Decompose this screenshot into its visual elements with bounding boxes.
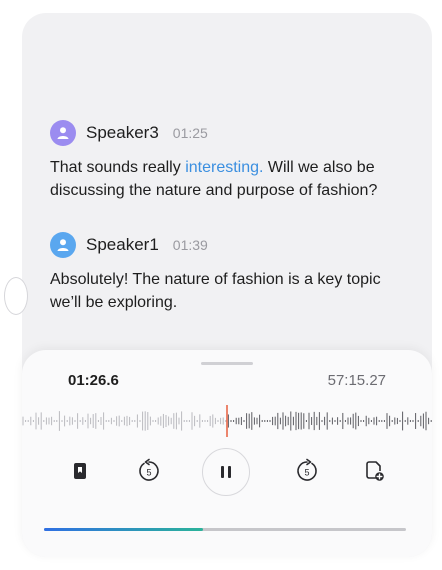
bookmark-icon — [74, 463, 86, 479]
highlighted-word: interesting. — [185, 159, 264, 176]
pause-icon — [221, 466, 231, 478]
speaker-name: Speaker3 — [86, 123, 159, 142]
message-item: Speaker1 01:39 Absolutely! The nature of… — [50, 232, 412, 314]
message-header: Speaker3 01:25 — [50, 120, 412, 146]
total-time: 57:15.27 — [327, 372, 386, 389]
message-timestamp[interactable]: 01:25 — [173, 125, 208, 141]
progress-bar[interactable] — [44, 528, 406, 531]
message-text-part: Absolutely! The nature of fashion is a k… — [50, 271, 381, 311]
person-icon — [57, 127, 69, 139]
add-note-button[interactable] — [351, 448, 397, 494]
forward-5-icon: 5 — [297, 458, 317, 481]
avatar — [50, 232, 76, 258]
message-text: Absolutely! The nature of fashion is a k… — [50, 268, 412, 314]
message-text: That sounds really interesting. Will we … — [50, 156, 412, 202]
pause-button[interactable] — [202, 448, 250, 496]
progress-fill — [44, 528, 204, 531]
svg-text:5: 5 — [146, 468, 151, 478]
svg-text:5: 5 — [304, 468, 309, 478]
person-icon — [57, 239, 69, 251]
add-note-icon — [366, 461, 384, 481]
waveform-scrubber[interactable] — [22, 405, 432, 437]
rewind-5-icon: 5 — [139, 458, 159, 481]
playback-controls: 5 5 — [22, 448, 432, 502]
speaker-name: Speaker1 — [86, 235, 159, 254]
bookmark-button[interactable] — [57, 448, 103, 494]
audio-player-panel: 01:26.6 57:15.27 5 5 — [22, 350, 432, 557]
message-header: Speaker1 01:39 — [50, 232, 412, 258]
message-item: Speaker3 01:25 That sounds really intere… — [50, 120, 412, 202]
forward-5-button[interactable]: 5 — [284, 448, 330, 494]
drag-handle[interactable] — [201, 362, 253, 365]
message-text-part: That sounds really — [50, 159, 186, 176]
avatar — [50, 120, 76, 146]
previous-panel-edge[interactable] — [4, 277, 28, 315]
rewind-5-button[interactable]: 5 — [126, 448, 172, 494]
transcript-card: Speaker3 01:25 That sounds really intere… — [4, 13, 432, 557]
current-time: 01:26.6 — [68, 372, 119, 389]
message-timestamp[interactable]: 01:39 — [173, 237, 208, 253]
